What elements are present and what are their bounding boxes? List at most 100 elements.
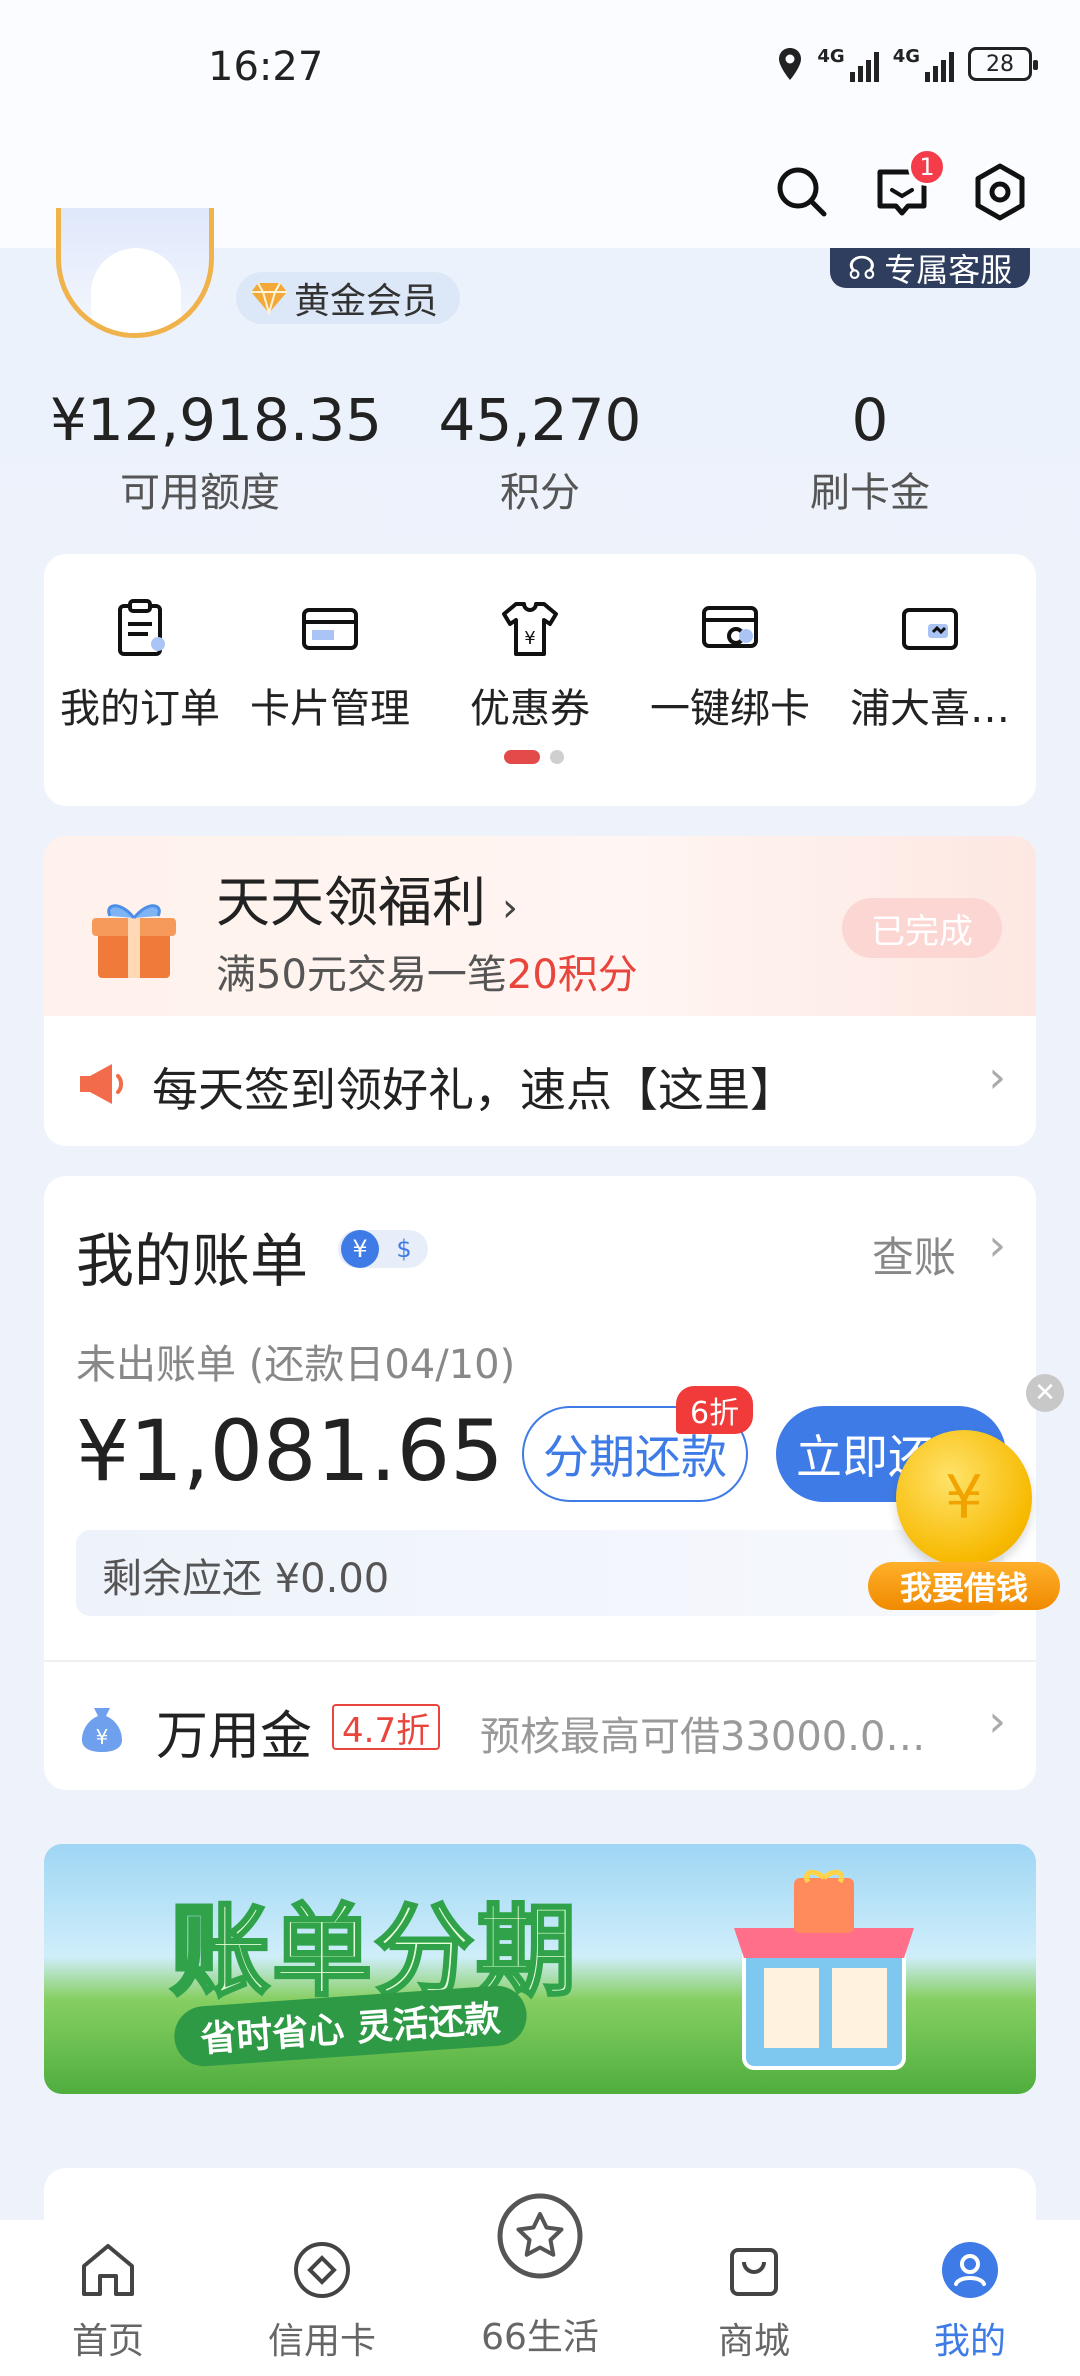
stat-cashback[interactable]: 0 刷卡金 xyxy=(720,386,1020,518)
wallet-card-icon xyxy=(902,608,958,650)
remaining-box: 剩余应还 ¥0.00 xyxy=(76,1530,1004,1616)
bill-title: 我的账单 xyxy=(76,1227,309,1295)
quick-item-label: 一键绑卡 xyxy=(650,686,810,732)
headset-icon: ☊ xyxy=(847,249,877,287)
megaphone-icon xyxy=(80,1064,123,1104)
message-badge: 1 xyxy=(908,148,946,186)
diamond-icon xyxy=(251,282,287,315)
credit-limit-label: 可用额度 xyxy=(120,470,280,516)
quick-item-coupons[interactable]: ¥ 优惠券 xyxy=(440,596,620,734)
close-icon[interactable]: ✕ xyxy=(1026,1374,1064,1412)
network-type-label-2: 4G xyxy=(892,46,920,67)
signal-icon-2: 4G xyxy=(893,46,954,82)
quick-item-label: 优惠券 xyxy=(470,686,590,732)
nav-label: 我的 xyxy=(933,2321,1006,2362)
wanyongjin-discount-tag: 4.7折 xyxy=(332,1704,441,1751)
coupon-shirt-icon: ¥ xyxy=(502,602,558,656)
exclusive-service-button[interactable]: ☊ 专属客服 xyxy=(830,248,1030,289)
points-label: 积分 xyxy=(500,470,580,516)
battery-level: 28 xyxy=(986,51,1014,77)
svg-text:¥: ¥ xyxy=(524,628,535,649)
quick-item-pudaxi[interactable]: 浦大喜… xyxy=(840,596,1020,734)
profile-icon xyxy=(942,2242,998,2298)
welfare-subtitle: 满50元交易一笔20积分 xyxy=(216,942,638,1000)
shopping-bag-icon xyxy=(730,2248,778,2296)
svg-text:$: $ xyxy=(396,1235,411,1263)
gold-coin-icon: ¥ xyxy=(896,1430,1032,1566)
stat-credit-limit[interactable]: ¥12,918.35 可用额度 xyxy=(50,386,382,518)
svg-text:¥: ¥ xyxy=(96,1725,109,1749)
chevron-right-icon: › xyxy=(988,1220,1006,1271)
chevron-right-icon: › xyxy=(988,1052,1006,1103)
coin-symbol: ¥ xyxy=(944,1463,984,1533)
welfare-title-row: 天天领福利 › xyxy=(216,858,518,937)
member-level-label: 黄金会员 xyxy=(294,281,439,322)
quick-item-bind-card[interactable]: 一键绑卡 xyxy=(640,596,820,734)
daily-welfare[interactable]: 天天领福利 › 满50元交易一笔20积分 已完成 xyxy=(44,836,1036,1016)
money-bag-icon: ¥ xyxy=(82,1708,122,1752)
quick-item-orders[interactable]: 我的订单 xyxy=(50,596,230,734)
quick-item-label: 浦大喜… xyxy=(850,686,1010,732)
settings-icon[interactable] xyxy=(968,160,1032,224)
wanyongjin-row[interactable]: ¥ 万用金 4.7折 预核最高可借33000.0… › xyxy=(44,1662,1036,1790)
credit-card-icon xyxy=(294,2242,350,2298)
nav-label: 首页 xyxy=(71,2321,144,2362)
search-icon[interactable] xyxy=(770,160,834,224)
gift-shop-illustration xyxy=(734,1869,914,2070)
nav-label: 商城 xyxy=(717,2321,790,2362)
profile-section: 黄金会员 ☊ 专属客服 ¥12,918.35 可用额度 45,270 积分 0 … xyxy=(0,208,1080,558)
currency-icon: ¥ $ xyxy=(338,1230,428,1268)
location-icon xyxy=(779,48,802,80)
center-star-button[interactable] xyxy=(490,2186,590,2286)
discount-badge: 6折 xyxy=(676,1386,754,1434)
card-icon xyxy=(302,608,358,650)
quick-item-cards[interactable]: 卡片管理 xyxy=(240,596,420,734)
remaining-amount: 剩余应还 ¥0.00 xyxy=(102,1556,390,1602)
chevron-right-icon: › xyxy=(502,885,518,931)
check-bill-link[interactable]: 查账 xyxy=(872,1224,956,1285)
installment-banner[interactable]: 账单分期 省时省心 灵活还款 xyxy=(44,1844,1036,2094)
gift-icon xyxy=(92,904,176,978)
welfare-subtitle-text: 满50元交易一笔 xyxy=(216,952,507,998)
quick-item-label: 卡片管理 xyxy=(250,686,410,732)
star-icon xyxy=(497,2193,583,2279)
member-level-badge[interactable]: 黄金会员 xyxy=(236,272,461,324)
page-indicator xyxy=(504,750,564,764)
avatar[interactable] xyxy=(56,208,214,338)
nav-label: 信用卡 xyxy=(267,2321,376,2362)
quick-menu-card: 我的订单 卡片管理 ¥ 优惠券 一键绑卡 浦大喜… xyxy=(44,554,1036,806)
welfare-title: 天天领福利 xyxy=(216,871,486,934)
nav-label: 66生活 xyxy=(481,2317,599,2358)
notice-text: 每天签到领好礼，速点【这里】 xyxy=(152,1063,796,1117)
cashback-value: 0 xyxy=(851,386,889,454)
welfare-points-highlight: 20积分 xyxy=(506,952,638,998)
battery-icon: 28 xyxy=(968,47,1038,81)
nav-home[interactable]: 首页 xyxy=(28,2238,188,2364)
signin-notice[interactable]: 每天签到领好礼，速点【这里】 › xyxy=(44,1016,1036,1146)
borrow-money-widget[interactable]: ¥ 我要借钱 xyxy=(868,1430,1060,1610)
network-type-label: 4G xyxy=(817,46,845,67)
link-card-icon xyxy=(702,606,758,648)
wanyongjin-description: 预核最高可借33000.0… xyxy=(480,1714,926,1760)
status-icons: 4G 4G 28 xyxy=(777,46,1038,82)
home-icon xyxy=(82,2244,134,2296)
cashback-label: 刷卡金 xyxy=(810,470,930,516)
clipboard-icon xyxy=(118,599,165,656)
status-bar: 16:27 4G 4G 28 xyxy=(0,0,1080,140)
signal-icon: 4G xyxy=(817,46,879,82)
bill-amount: ¥1,081.65 xyxy=(76,1402,504,1500)
status-time: 16:27 xyxy=(208,44,324,90)
wanyongjin-title: 万用金 xyxy=(156,1707,313,1767)
message-button[interactable]: 1 xyxy=(870,148,946,224)
svg-text:¥: ¥ xyxy=(352,1235,367,1263)
welfare-card: 天天领福利 › 满50元交易一笔20积分 已完成 每天签到领好礼，速点【这里】 › xyxy=(44,836,1036,1146)
nav-credit-card[interactable]: 信用卡 xyxy=(242,2238,402,2364)
welfare-status-button[interactable]: 已完成 xyxy=(842,898,1002,958)
borrow-money-label: 我要借钱 xyxy=(868,1562,1060,1610)
points-value: 45,270 xyxy=(438,386,642,454)
chevron-right-icon: › xyxy=(988,1696,1006,1747)
nav-mine[interactable]: 我的 xyxy=(890,2238,1050,2364)
quick-item-label: 我的订单 xyxy=(60,686,220,732)
nav-mall[interactable]: 商城 xyxy=(674,2238,834,2364)
stat-points[interactable]: 45,270 积分 xyxy=(390,386,690,518)
